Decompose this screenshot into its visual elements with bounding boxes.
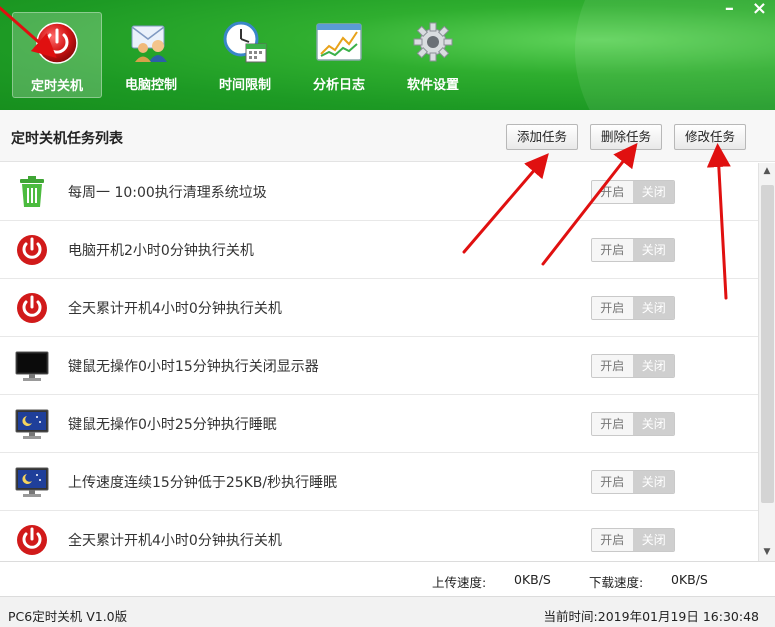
task-toggle[interactable]: 开启 关闭 — [591, 180, 675, 204]
power-icon — [14, 522, 50, 558]
task-toggle[interactable]: 开启 关闭 — [591, 470, 675, 494]
task-description: 每周一 10:00执行清理系统垃圾 — [68, 184, 267, 201]
close-button[interactable]: × — [752, 0, 767, 18]
task-row[interactable]: 上传速度连续15分钟低于25KB/秒执行睡眠 开启 关闭 — [0, 453, 758, 511]
minimize-button[interactable]: – — [725, 0, 734, 18]
mail-users-icon — [127, 20, 175, 64]
toggle-off-option[interactable]: 关闭 — [633, 181, 674, 203]
nav-item-settings[interactable]: 软件设置 — [388, 12, 478, 98]
top-toolbar: – × 定时关机 电脑控制 时间限制 分析日志 软件设置 — [0, 0, 775, 110]
toggle-off-option[interactable]: 关闭 — [633, 297, 674, 319]
toggle-on-option[interactable]: 开启 — [592, 529, 634, 551]
chart-icon — [315, 20, 363, 64]
app-version: PC6定时关机 V1.0版 — [8, 609, 128, 624]
clock-calendar-icon — [221, 20, 269, 64]
monitor-sleep-icon — [14, 406, 50, 442]
nav-item-computer-control[interactable]: 电脑控制 — [106, 12, 196, 98]
toggle-on-option[interactable]: 开启 — [592, 239, 634, 261]
add-task-button[interactable]: 添加任务 — [506, 124, 579, 150]
task-row[interactable]: 键鼠无操作0小时15分钟执行关闭显示器 开启 关闭 — [0, 337, 758, 395]
power-icon — [33, 21, 81, 65]
speed-bar: 上传速度: 0KB/S 下载速度: 0KB/S — [0, 561, 775, 597]
download-speed-value: 0KB/S — [671, 572, 708, 587]
power-icon — [14, 232, 50, 268]
page-title: 定时关机任务列表 — [11, 131, 123, 147]
vertical-scrollbar[interactable]: ▲ ▼ — [758, 163, 775, 561]
toggle-on-option[interactable]: 开启 — [592, 471, 634, 493]
task-toggle[interactable]: 开启 关闭 — [591, 412, 675, 436]
task-row[interactable]: 键鼠无操作0小时25分钟执行睡眠 开启 关闭 — [0, 395, 758, 453]
upload-speed-label: 上传速度: — [432, 575, 487, 590]
nav-label: 时间限制 — [218, 78, 271, 93]
nav-item-timed-shutdown[interactable]: 定时关机 — [12, 12, 102, 98]
nav-label: 分析日志 — [312, 78, 365, 93]
main-nav: 定时关机 电脑控制 时间限制 分析日志 软件设置 — [12, 12, 482, 98]
nav-item-analysis-log[interactable]: 分析日志 — [294, 12, 384, 98]
delete-task-button[interactable]: 删除任务 — [590, 124, 663, 150]
task-toggle[interactable]: 开启 关闭 — [591, 296, 675, 320]
toggle-on-option[interactable]: 开启 — [592, 181, 634, 203]
edit-task-button[interactable]: 修改任务 — [674, 124, 747, 150]
nav-label: 电脑控制 — [124, 78, 177, 93]
nav-label: 定时关机 — [30, 79, 83, 94]
toggle-on-option[interactable]: 开启 — [592, 355, 634, 377]
toggle-off-option[interactable]: 关闭 — [633, 471, 674, 493]
task-list-header: 定时关机任务列表 添加任务 删除任务 修改任务 — [0, 110, 775, 162]
task-row[interactable]: 每周一 10:00执行清理系统垃圾 开启 关闭 — [0, 163, 758, 221]
task-description: 键鼠无操作0小时15分钟执行关闭显示器 — [68, 358, 319, 375]
nav-item-time-limit[interactable]: 时间限制 — [200, 12, 290, 98]
toggle-off-option[interactable]: 关闭 — [633, 355, 674, 377]
power-icon — [14, 290, 50, 326]
task-row[interactable]: 电脑开机2小时0分钟执行关机 开启 关闭 — [0, 221, 758, 279]
task-toggle[interactable]: 开启 关闭 — [591, 528, 675, 552]
nav-label: 软件设置 — [406, 78, 459, 93]
task-description: 上传速度连续15分钟低于25KB/秒执行睡眠 — [68, 474, 338, 491]
toggle-off-option[interactable]: 关闭 — [633, 413, 674, 435]
task-description: 电脑开机2小时0分钟执行关机 — [68, 242, 254, 259]
toggle-off-option[interactable]: 关闭 — [633, 239, 674, 261]
task-description: 键鼠无操作0小时25分钟执行睡眠 — [68, 416, 277, 433]
task-row[interactable]: 全天累计开机4小时0分钟执行关机 开启 关闭 — [0, 511, 758, 561]
gear-icon — [409, 20, 457, 64]
trash-icon — [14, 174, 50, 210]
toggle-off-option[interactable]: 关闭 — [633, 529, 674, 551]
task-description: 全天累计开机4小时0分钟执行关机 — [68, 300, 282, 317]
monitor-off-icon — [14, 348, 50, 384]
upload-speed-value: 0KB/S — [514, 572, 551, 587]
scroll-down-arrow-icon[interactable]: ▼ — [759, 544, 775, 561]
status-bar: PC6定时关机 V1.0版 当前时间:2019年01月19日 16:30:48 — [0, 597, 775, 627]
task-row[interactable]: 全天累计开机4小时0分钟执行关机 开启 关闭 — [0, 279, 758, 337]
task-toggle[interactable]: 开启 关闭 — [591, 354, 675, 378]
scroll-up-arrow-icon[interactable]: ▲ — [759, 163, 775, 180]
task-description: 全天累计开机4小时0分钟执行关机 — [68, 532, 282, 549]
toggle-on-option[interactable]: 开启 — [592, 413, 634, 435]
window-controls: – × — [725, 0, 767, 18]
current-time: 当前时间:2019年01月19日 16:30:48 — [543, 609, 759, 624]
scroll-thumb[interactable] — [761, 185, 774, 503]
monitor-sleep-icon — [14, 464, 50, 500]
toggle-on-option[interactable]: 开启 — [592, 297, 634, 319]
task-list: 每周一 10:00执行清理系统垃圾 开启 关闭 电脑开机2小时0分钟执行关机 开… — [0, 163, 758, 561]
download-speed-label: 下载速度: — [589, 575, 644, 590]
task-toggle[interactable]: 开启 关闭 — [591, 238, 675, 262]
